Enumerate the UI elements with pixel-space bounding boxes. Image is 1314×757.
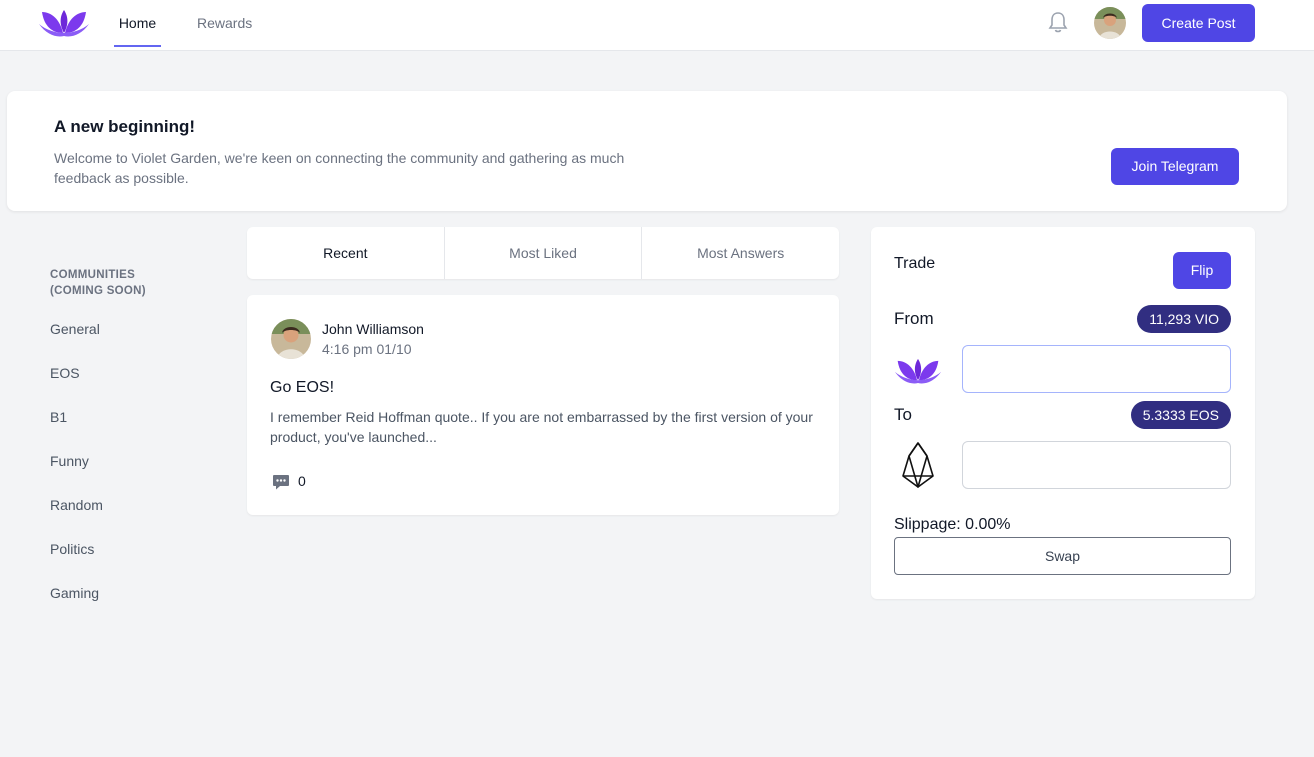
post-card[interactable]: John Williamson 4:16 pm 01/10 Go EOS! I … — [247, 295, 839, 515]
tab-recent[interactable]: Recent — [247, 227, 445, 279]
create-post-button[interactable]: Create Post — [1142, 4, 1255, 42]
trade-panel: Trade Flip From 11,293 VIO To 5.3333 EOS… — [871, 227, 1255, 599]
banner-title: A new beginning! — [54, 117, 196, 136]
violet-garden-logo-icon — [894, 359, 942, 384]
sidebar-item-gaming[interactable]: Gaming — [50, 585, 99, 601]
sidebar-item-funny[interactable]: Funny — [50, 453, 89, 469]
to-label: To — [894, 405, 912, 424]
flip-button[interactable]: Flip — [1173, 252, 1231, 289]
sidebar-item-random[interactable]: Random — [50, 497, 103, 513]
sidebar-item-general[interactable]: General — [50, 321, 100, 337]
join-telegram-button[interactable]: Join Telegram — [1111, 148, 1239, 185]
to-amount-input[interactable] — [962, 441, 1231, 489]
nav-home[interactable]: Home — [114, 0, 161, 47]
from-amount-input[interactable] — [962, 345, 1231, 393]
author-avatar[interactable] — [271, 319, 311, 359]
comment-count: 0 — [298, 473, 306, 489]
from-label: From — [894, 309, 934, 328]
eos-logo-icon — [902, 442, 934, 488]
feed-tabs: Recent Most Liked Most Answers — [247, 227, 839, 279]
welcome-banner: A new beginning! Welcome to Violet Garde… — [7, 91, 1287, 211]
sidebar-item-politics[interactable]: Politics — [50, 541, 94, 557]
post-body: I remember Reid Hoffman quote.. If you a… — [270, 409, 813, 445]
tab-most-answers[interactable]: Most Answers — [642, 227, 839, 279]
swap-button[interactable]: Swap — [894, 537, 1231, 575]
nav-rewards[interactable]: Rewards — [197, 0, 252, 47]
post-timestamp: 4:16 pm 01/10 — [322, 341, 412, 357]
tab-most-liked[interactable]: Most Liked — [445, 227, 643, 279]
trade-title: Trade — [894, 255, 936, 272]
comment-icon[interactable] — [271, 472, 291, 492]
from-balance-badge: 11,293 VIO — [1137, 305, 1231, 333]
sidebar-item-b1[interactable]: B1 — [50, 409, 67, 425]
to-balance-badge: 5.3333 EOS — [1130, 401, 1231, 429]
bell-icon[interactable] — [1046, 10, 1070, 36]
banner-text: Welcome to Violet Garden, we're keen on … — [54, 150, 625, 186]
communities-heading: COMMUNITIES (COMING SOON) — [50, 269, 146, 297]
top-navbar: Home Rewards Create Post — [0, 0, 1314, 51]
post-title[interactable]: Go EOS! — [270, 379, 334, 397]
sidebar-item-eos[interactable]: EOS — [50, 365, 80, 381]
post-author[interactable]: John Williamson — [322, 321, 424, 337]
violet-garden-logo-icon[interactable] — [38, 6, 90, 40]
user-avatar[interactable] — [1094, 7, 1126, 39]
slippage-text: Slippage: 0.00% — [894, 516, 1011, 533]
